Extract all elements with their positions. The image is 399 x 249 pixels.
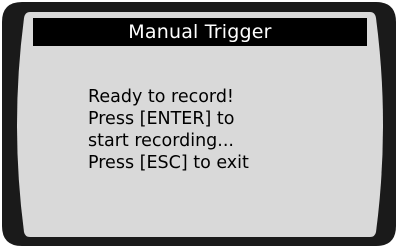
device-screen: Manual Trigger Ready to record! Press [E…: [0, 0, 399, 249]
message-line: Press [ENTER] to: [88, 109, 235, 129]
message-line: Press [ESC] to exit: [88, 153, 249, 173]
message-line: Ready to record!: [88, 87, 234, 107]
message-line: start recording...: [88, 131, 234, 151]
message-text: Ready to record! Press [ENTER] to start …: [88, 86, 348, 174]
screen-title: Manual Trigger: [33, 18, 367, 46]
